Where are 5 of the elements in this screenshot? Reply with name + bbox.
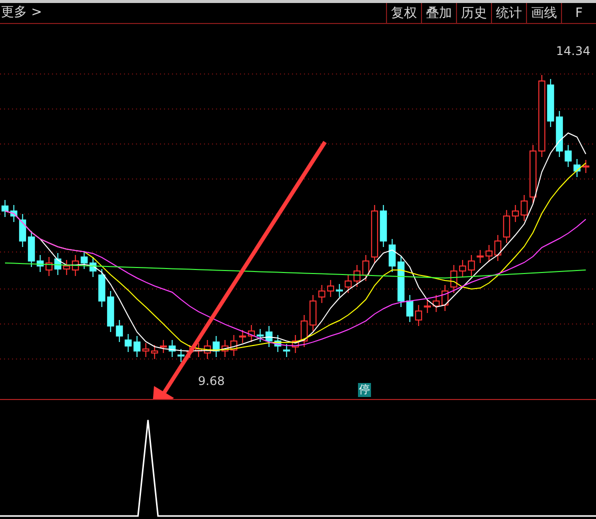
price-label: 14.34 [556, 44, 590, 58]
marker-label: 停 [358, 383, 371, 397]
price-label: 9.68 [198, 374, 225, 388]
arrow-icon [152, 140, 327, 399]
more-link[interactable]: 更多 > [0, 3, 386, 23]
